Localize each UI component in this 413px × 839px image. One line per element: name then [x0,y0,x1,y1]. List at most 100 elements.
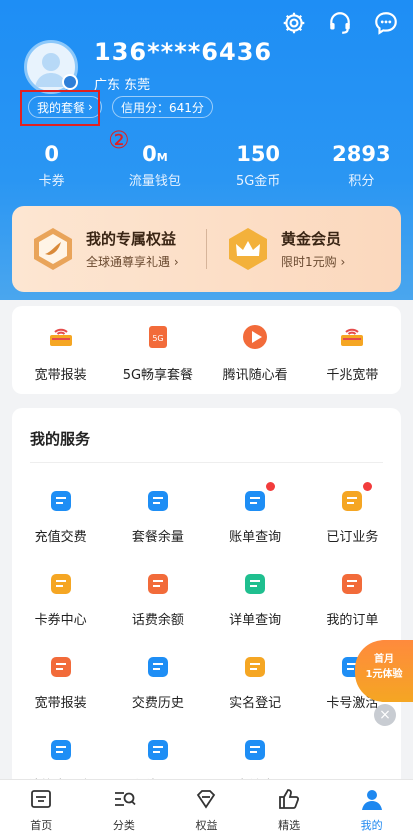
list-icon [245,574,266,594]
stat-label: 卡券 [38,174,65,189]
service-label: 交费历史 [131,696,184,711]
highlight-box [20,90,100,126]
customer-service-icon[interactable] [325,8,355,38]
services-grid: 充值交费 套餐余量 账单查询 已订业务卡券中心 话费余额 详单查询 我的订单宽带报装 交费历史… [12,482,401,794]
gold-membership[interactable]: 黄金会员 限时1元购 › [207,226,401,272]
exclusive-benefits[interactable]: 我的专属权益 全球通尊享礼遇 › [12,226,206,272]
service-label: 套餐余量 [131,530,184,545]
quick-actions-card: 宽带报装 5G 5G畅享套餐 腾讯随心看 千兆宽带 [12,306,401,394]
thumbs-up-icon [279,789,300,809]
bottom-tab-bar: 首页 分类 权益 精选 我的 [0,779,413,839]
service-label: 实名登记 [229,696,282,711]
stat-label: 流量钱包 [128,174,181,189]
tab-label: 我的 [360,819,383,832]
service-item[interactable]: 已订业务 [304,482,401,545]
stat-data-wallet[interactable]: 0M 流量钱包 [103,142,206,189]
credit-score-label: 信用分：641分 [121,100,204,115]
service-label: 我的订单 [326,613,379,628]
tab-mine[interactable]: 我的 [330,780,413,839]
benefit-badge-icon [34,228,72,270]
section-title: 我的服务 [30,430,91,448]
health-code-icon [245,740,266,760]
stat-value: 150 [236,142,281,166]
service-label: 卡券中心 [34,613,87,628]
message-icon[interactable] [371,8,401,38]
benefit-title: 我的专属权益 [86,230,177,248]
category-icon [114,792,136,806]
video-play-icon [243,325,268,349]
divider [30,462,383,463]
quick-label: 宽带报装 [34,368,87,383]
quick-tencent-video[interactable]: 腾讯随心看 [207,306,304,394]
crown-icon [229,228,267,270]
tab-featured[interactable]: 精选 [248,780,331,839]
my-services-card: 我的服务 充值交费 套餐余量 账单查询 已订业务卡券中心 话费余额 详单查询 我的订单宽带报… [12,408,401,794]
quick-label: 千兆宽带 [326,368,379,383]
promo-float-button[interactable]: 首月 1元体验 [355,640,413,702]
service-item[interactable]: 交费历史 [109,652,206,711]
tab-label: 分类 [112,819,135,832]
quick-gigabit-broadband[interactable]: 千兆宽带 [304,306,401,394]
history-icon [147,657,168,677]
top-icons [279,8,401,38]
benefits-banner: 我的专属权益 全球通尊享礼遇 › 黄金会员 限时1元购 › [12,206,401,292]
stat-value: 0 [142,142,157,166]
stat-value: 0 [44,142,59,166]
stat-unit: M [156,151,168,164]
stat-points[interactable]: 2893 积分 [310,142,413,189]
user-location: 广东 东莞 [94,78,151,93]
service-item[interactable]: 卡券中心 [12,569,109,628]
id-card-icon [245,657,266,677]
briefcase-icon [342,491,363,511]
stat-label: 5G金币 [235,174,281,189]
service-item[interactable]: 实名登记 [207,652,304,711]
close-icon[interactable]: × [374,704,396,726]
gigabit-icon [341,328,364,346]
notification-dot [265,482,275,491]
store-icon [147,740,168,760]
profile-icon [361,790,382,810]
svg-text:5G: 5G [152,334,163,343]
quick-broadband-install[interactable]: 宽带报装 [12,306,109,394]
service-item[interactable]: 我的订单 [304,569,401,628]
service-item[interactable]: 充值交费 [12,486,109,545]
tab-label: 权益 [195,819,218,832]
sim-replace-icon [50,740,71,760]
service-label: 充值交费 [34,530,87,545]
tab-category[interactable]: 分类 [83,780,166,839]
pie-chart-icon [147,491,168,511]
home-icon [31,790,52,808]
broadband-icon [49,328,72,346]
service-label: 话费余额 [131,613,184,628]
ticket-icon [50,574,71,594]
quick-label: 腾讯随心看 [222,368,288,383]
credit-score-badge[interactable]: 信用分：641分 [112,96,213,118]
service-item[interactable]: 详单查询 [207,569,304,628]
promo-line1: 首月 [374,654,394,665]
service-item[interactable]: 宽带报装 [12,652,109,711]
stat-value: 2893 [332,142,391,166]
stat-coupons[interactable]: 0 卡券 [0,142,103,189]
service-label: 已订业务 [326,530,379,545]
avatar-badge-icon [62,74,78,90]
service-item[interactable]: 套餐余量 [109,486,206,545]
5g-icon: 5G [148,326,167,348]
heart-icon [50,657,71,677]
diamond-icon [197,790,216,809]
tab-benefits[interactable]: 权益 [165,780,248,839]
gold-title: 黄金会员 [281,230,342,248]
stat-5g-coins[interactable]: 150 5G金币 [207,142,310,189]
tab-home[interactable]: 首页 [0,780,83,839]
phone-number: 136****6436 [94,38,273,66]
tab-label: 首页 [30,819,53,832]
service-item[interactable]: 账单查询 [207,482,304,545]
service-item[interactable]: 话费余额 [109,569,206,628]
benefit-subtitle: 全球通尊享礼遇 [86,255,171,269]
promo-line2: 1元体验 [365,669,403,680]
quick-5g-plan[interactable]: 5G 5G畅享套餐 [109,306,206,394]
settings-icon[interactable] [279,8,309,38]
bill-icon [245,491,266,511]
gold-subtitle: 限时1元购 [281,255,337,269]
yen-circle-icon [50,491,71,511]
service-label: 宽带报装 [34,696,87,711]
